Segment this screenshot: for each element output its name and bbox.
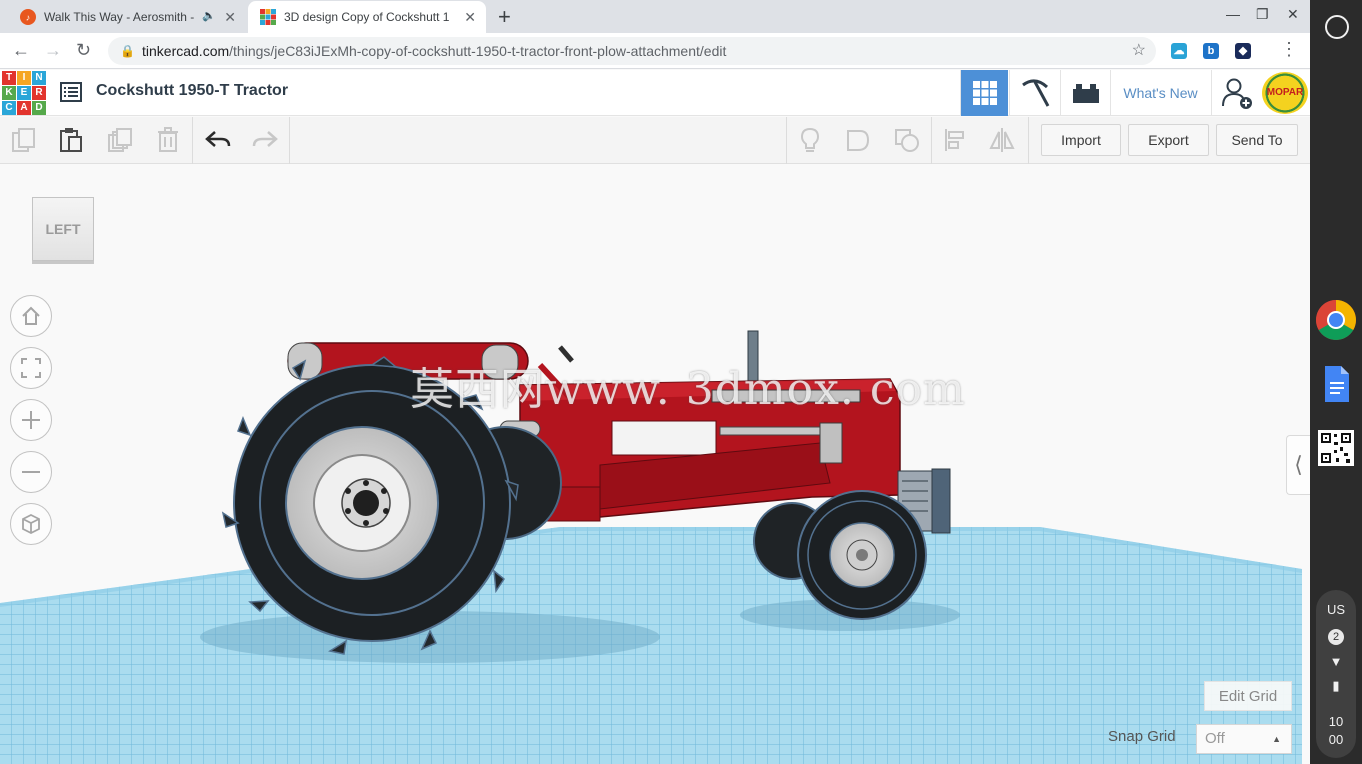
back-button[interactable]: ← — [12, 40, 30, 61]
whats-new-link[interactable]: What's New — [1110, 70, 1210, 116]
svg-text:♪: ♪ — [26, 13, 31, 23]
align-icon[interactable] — [943, 127, 969, 153]
tinkercad-logo[interactable]: TIN KER CAD — [2, 71, 46, 115]
fit-view-icon — [21, 358, 41, 378]
home-view-button[interactable] — [10, 295, 52, 337]
cloud-extension-icon[interactable]: ☁ — [1171, 43, 1187, 59]
snap-grid-select[interactable]: Off ▲ — [1196, 724, 1292, 754]
speaker-icon[interactable]: 🔈 — [202, 9, 216, 22]
toolbar-divider — [786, 117, 787, 164]
perspective-toggle-button[interactable] — [10, 503, 52, 545]
toolbar-divider — [289, 117, 290, 164]
snap-grid-label: Snap Grid — [1108, 728, 1176, 745]
delete-icon[interactable] — [155, 127, 181, 153]
battery-icon: ▮ — [1332, 678, 1340, 693]
clock-hour: 10 — [1328, 714, 1344, 729]
browser-toolbar: ← → ↻ 🔒 tinkercad.com/things/jeC83iJExMh… — [0, 33, 1310, 69]
google-docs-icon[interactable] — [1316, 364, 1356, 404]
tinkercad-favicon-icon — [260, 9, 276, 25]
view-cube[interactable]: LEFT — [32, 197, 94, 261]
add-user-icon — [1221, 78, 1252, 109]
edit-toolbar: Import Export Send To — [0, 117, 1310, 164]
toolbar-divider — [192, 117, 193, 164]
zoom-out-button[interactable] — [10, 451, 52, 493]
restore-window-button[interactable]: ❐ — [1256, 6, 1269, 23]
redo-icon[interactable] — [252, 127, 278, 153]
address-bar[interactable]: 🔒 tinkercad.com/things/jeC83iJExMh-copy-… — [108, 37, 1156, 65]
toolbar-divider — [931, 117, 932, 164]
notification-count: 2 — [1316, 628, 1356, 645]
bookmark-star-icon[interactable]: ☆ — [1132, 37, 1146, 65]
3d-scene — [0, 330, 1302, 764]
chrome-app-icon[interactable] — [1316, 300, 1356, 340]
reload-button[interactable]: ↻ — [76, 40, 91, 61]
tinkercad-header: TIN KER CAD Cockshutt 1950-T Tractor Wha… — [0, 70, 1310, 116]
plus-icon — [22, 411, 40, 429]
launcher-icon[interactable] — [1325, 15, 1349, 39]
design-list-icon[interactable] — [60, 82, 82, 102]
tab-tinkercad[interactable]: 3D design Copy of Cockshutt 1950-T Tract… — [248, 1, 486, 33]
ungroup-icon[interactable] — [894, 127, 920, 153]
paste-icon[interactable] — [58, 127, 84, 153]
lock-icon: 🔒 — [120, 44, 135, 58]
fit-view-button[interactable] — [10, 347, 52, 389]
forward-button[interactable]: → — [44, 40, 62, 61]
status-tray[interactable]: US 2 ▼ ▮ 10 00 — [1316, 590, 1356, 758]
import-button[interactable]: Import — [1041, 124, 1121, 156]
zoom-in-button[interactable] — [10, 399, 52, 441]
blocks-view-button[interactable] — [1009, 70, 1059, 116]
os-shelf: US 2 ▼ ▮ 10 00 — [1310, 0, 1362, 764]
grid-view-icon — [972, 81, 997, 105]
front-wheel[interactable] — [797, 490, 927, 620]
edit-grid-button[interactable]: Edit Grid — [1204, 681, 1292, 711]
toolbar-divider — [1028, 117, 1029, 164]
qr-code-app-icon[interactable] — [1316, 428, 1356, 468]
tab-music[interactable]: ♪ Walk This Way - Aerosmith - 🔈 ✕ — [8, 1, 246, 33]
workplane-grid[interactable] — [0, 527, 1302, 764]
url-path: /things/jeC83iJExMh-copy-of-cockshutt-19… — [229, 43, 727, 59]
keyboard-layout: US — [1326, 602, 1346, 617]
send-to-button[interactable]: Send To — [1216, 124, 1298, 156]
workplane-viewport[interactable]: LEFT 莫西网www. 3dmox. com ⟨ Edit Grid Snap… — [0, 165, 1310, 764]
screen: ♪ Walk This Way - Aerosmith - 🔈 ✕ 3D des… — [0, 0, 1362, 764]
duplicate-icon[interactable] — [107, 127, 133, 153]
browser-menu-icon[interactable]: ⋮ — [1280, 39, 1298, 60]
tab-title: 3D design Copy of Cockshutt 1950-T Tract… — [284, 10, 449, 24]
browser-tab-strip: ♪ Walk This Way - Aerosmith - 🔈 ✕ 3D des… — [0, 0, 1310, 33]
design-title[interactable]: Cockshutt 1950-T Tractor — [96, 82, 288, 100]
mirror-icon[interactable] — [989, 127, 1015, 153]
watermark-text: 莫西网www. 3dmox. com — [410, 364, 966, 415]
new-tab-button[interactable]: + — [498, 4, 511, 30]
undo-icon[interactable] — [205, 127, 231, 153]
wifi-icon: ▼ — [1329, 654, 1343, 669]
snap-grid-value: Off — [1205, 730, 1225, 747]
3d-design-view-button[interactable] — [960, 70, 1008, 116]
show-all-lightbulb-icon[interactable] — [797, 127, 823, 153]
minus-icon — [22, 471, 40, 473]
export-button[interactable]: Export — [1128, 124, 1209, 156]
dropdown-caret-icon: ▲ — [1272, 734, 1281, 744]
tab-title: Walk This Way - Aerosmith - — [44, 10, 195, 24]
profile-avatar[interactable]: MOPAR — [1262, 72, 1308, 114]
close-tab-icon[interactable]: ✕ — [224, 9, 236, 26]
minimize-window-button[interactable]: — — [1226, 6, 1240, 22]
cube-icon — [22, 513, 40, 535]
url-domain: tinkercad.com — [142, 43, 230, 59]
invite-user-button[interactable] — [1211, 70, 1261, 116]
close-window-button[interactable]: ✕ — [1287, 6, 1299, 23]
expand-shapes-panel-button[interactable]: ⟨ — [1286, 435, 1310, 495]
brick-icon — [1072, 84, 1099, 103]
copy-icon[interactable] — [11, 127, 37, 153]
b-extension-icon[interactable]: b — [1203, 43, 1219, 59]
clock-minute: 00 — [1328, 732, 1344, 747]
close-tab-icon[interactable]: ✕ — [464, 9, 476, 26]
home-icon — [22, 306, 40, 325]
notification-badge: 2 — [1328, 629, 1344, 645]
music-favicon-icon: ♪ — [20, 9, 36, 25]
group-icon[interactable] — [845, 127, 871, 153]
security-extension-icon[interactable]: ◆ — [1235, 43, 1251, 59]
bricks-view-button[interactable] — [1060, 70, 1110, 116]
pickaxe-icon — [1021, 79, 1049, 107]
